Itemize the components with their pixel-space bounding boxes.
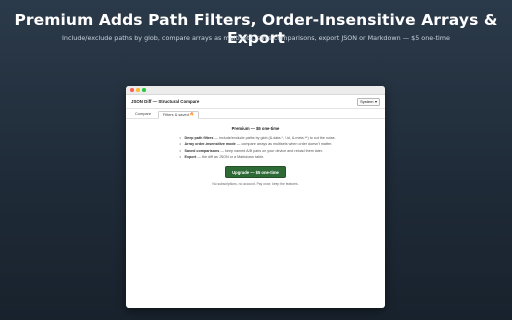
tab-bar: Compare Filters & saved 🔥 [126,109,385,119]
tab-filters-saved-label: Filters & saved [163,111,189,117]
feature-name: Export [184,155,197,160]
promo-subtitle: Include/exclude paths by glob, compare a… [62,34,450,42]
upgrade-button[interactable]: Upgrade — $5 one-time [225,166,286,179]
chevron-down-icon: ▾ [374,99,377,104]
premium-panel: Premium — $5 one-time • Deep path filter… [126,119,385,186]
tab-compare-label: Compare [135,110,152,116]
feature-list: • Deep path filters — include/exclude pa… [180,135,336,161]
fire-icon: 🔥 [189,112,195,116]
maximize-window-icon[interactable] [142,88,146,92]
app-window: JSON Diff — Structural Compare System ▾ … [126,86,385,308]
close-window-icon[interactable] [130,88,134,92]
theme-select-value: System [360,99,374,104]
window-titlebar [126,86,385,95]
app-header: JSON Diff — Structural Compare System ▾ [126,95,385,109]
tab-compare[interactable]: Compare [131,110,155,118]
premium-heading: Premium — $5 one-time [231,126,280,131]
app-title: JSON Diff — Structural Compare [131,99,200,104]
tab-filters-saved[interactable]: Filters & saved 🔥 [158,111,200,119]
feature-description: — the diff as JSON or a Markdown table. [197,155,265,160]
pricing-note: No subscriptions, no account. Pay once, … [212,181,299,186]
minimize-window-icon[interactable] [136,88,140,92]
theme-select[interactable]: System ▾ [357,97,380,106]
